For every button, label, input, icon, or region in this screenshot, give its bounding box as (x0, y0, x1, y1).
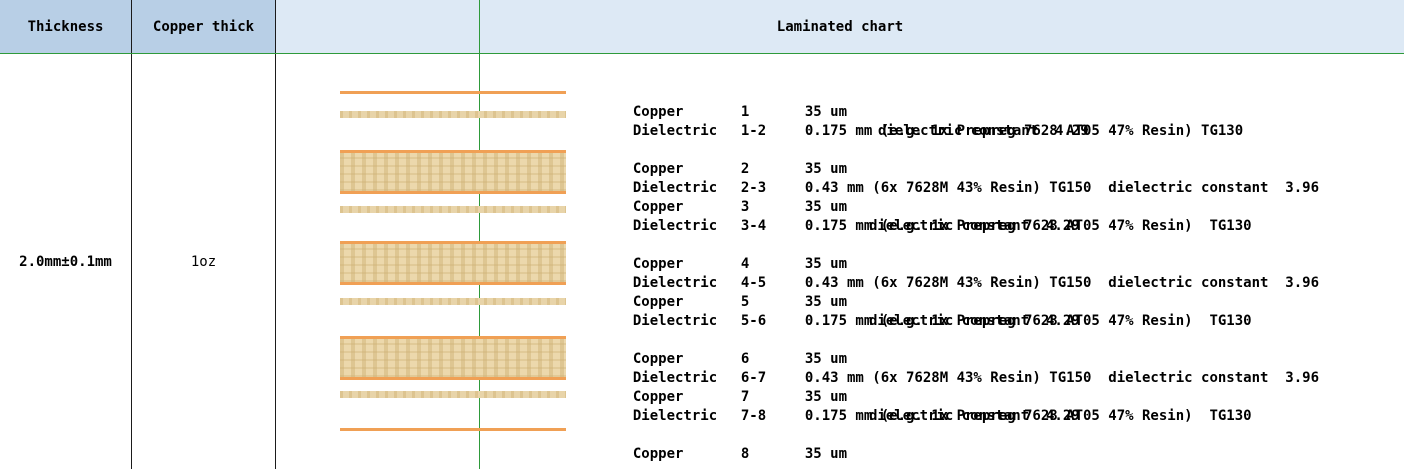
stackup-row: Dielectric 4-5 0.43 mm (6x 7628M 43% Resin… (616, 255, 1319, 291)
header-thickness: Thickness (0, 0, 131, 53)
layer-description-continued: dielectric constant 4.29 (878, 123, 1089, 139)
core-layer-4-5 (340, 241, 566, 285)
stackup-row: Copper 4 35 um (616, 236, 847, 272)
stackup-row: Dielectric 2-3 0.43 mm (6x 7628M 43% Resin… (616, 160, 1319, 196)
header-laminated-chart: Laminated chart (276, 0, 1404, 53)
stackup-row: Copper 5 35 um (616, 274, 847, 310)
core-layer-6-7 (340, 336, 566, 380)
layer-description: 0.43 mm (6x 7628M 43% Resin) TG150 diele… (804, 370, 1320, 386)
prepreg-layer-5-6 (340, 298, 566, 305)
copper-value: 1oz (190, 253, 217, 270)
layer-number: 5-6 (740, 313, 767, 329)
layer-type: Dielectric (632, 408, 718, 424)
thickness-value: 2.0mm±0.1mm (19, 253, 112, 270)
header-copper-thick: Copper thick (132, 0, 275, 53)
layer-description: 0.43 mm (6x 7628M 43% Resin) TG150 diele… (804, 275, 1320, 291)
stackup-row: Dielectric 6-7 0.43 mm (6x 7628M 43% Resin… (616, 350, 1319, 386)
stackup-row: Dielectric 1-2 0.175 mm (e.g. 1x Prepreg 7… (616, 103, 1243, 139)
layer-number: 1-2 (740, 123, 767, 139)
layer-number: 3-4 (740, 218, 767, 234)
layer-type: Dielectric (632, 313, 718, 329)
layer-description: 0.43 mm (6x 7628M 43% Resin) TG150 diele… (804, 180, 1320, 196)
stackup-row: Copper 8 35 um (616, 426, 847, 462)
layer-number: 7-8 (740, 408, 767, 424)
prepreg-layer-7-8 (340, 391, 566, 398)
stackup-row: Copper 7 35 um (616, 369, 847, 405)
layer-description-continued: dielectric constant 4.29 (869, 408, 1080, 424)
copper-layer-1 (340, 91, 566, 94)
stackup-row: Copper 2 35 um (616, 141, 847, 177)
layer-description: 35 um (804, 446, 848, 462)
stackup-row: Copper 6 35 um (616, 331, 847, 367)
prepreg-layer-1-2 (340, 111, 566, 118)
layer-type: Dielectric (632, 123, 718, 139)
stackup-row: Copper 3 35 um (616, 179, 847, 215)
cell-gridline (479, 0, 480, 469)
layer-type: Dielectric (632, 218, 718, 234)
stackup-row: Dielectric 3-4 0.175 mm (e.g. 1x Prepreg 7… (616, 198, 1252, 234)
layer-description-continued: dielectric constant 4.29 (869, 313, 1080, 329)
layer-type: Copper (632, 446, 684, 462)
core-layer-2-3 (340, 150, 566, 194)
column-divider (275, 0, 276, 469)
stackup-row: Dielectric 7-8 0.175 mm (e.g. 1x Prepreg 7… (616, 388, 1252, 424)
prepreg-layer-3-4 (340, 206, 566, 213)
copper-layer-8 (340, 428, 566, 431)
layer-description-continued: dielectric constant 4.29 (869, 218, 1080, 234)
stackup-row: Dielectric 5-6 0.175 mm (e.g. 1x Prepreg 7… (616, 293, 1252, 329)
layer-number: 8 (740, 446, 750, 462)
stackup-row: Copper 1 35 um (616, 84, 847, 120)
